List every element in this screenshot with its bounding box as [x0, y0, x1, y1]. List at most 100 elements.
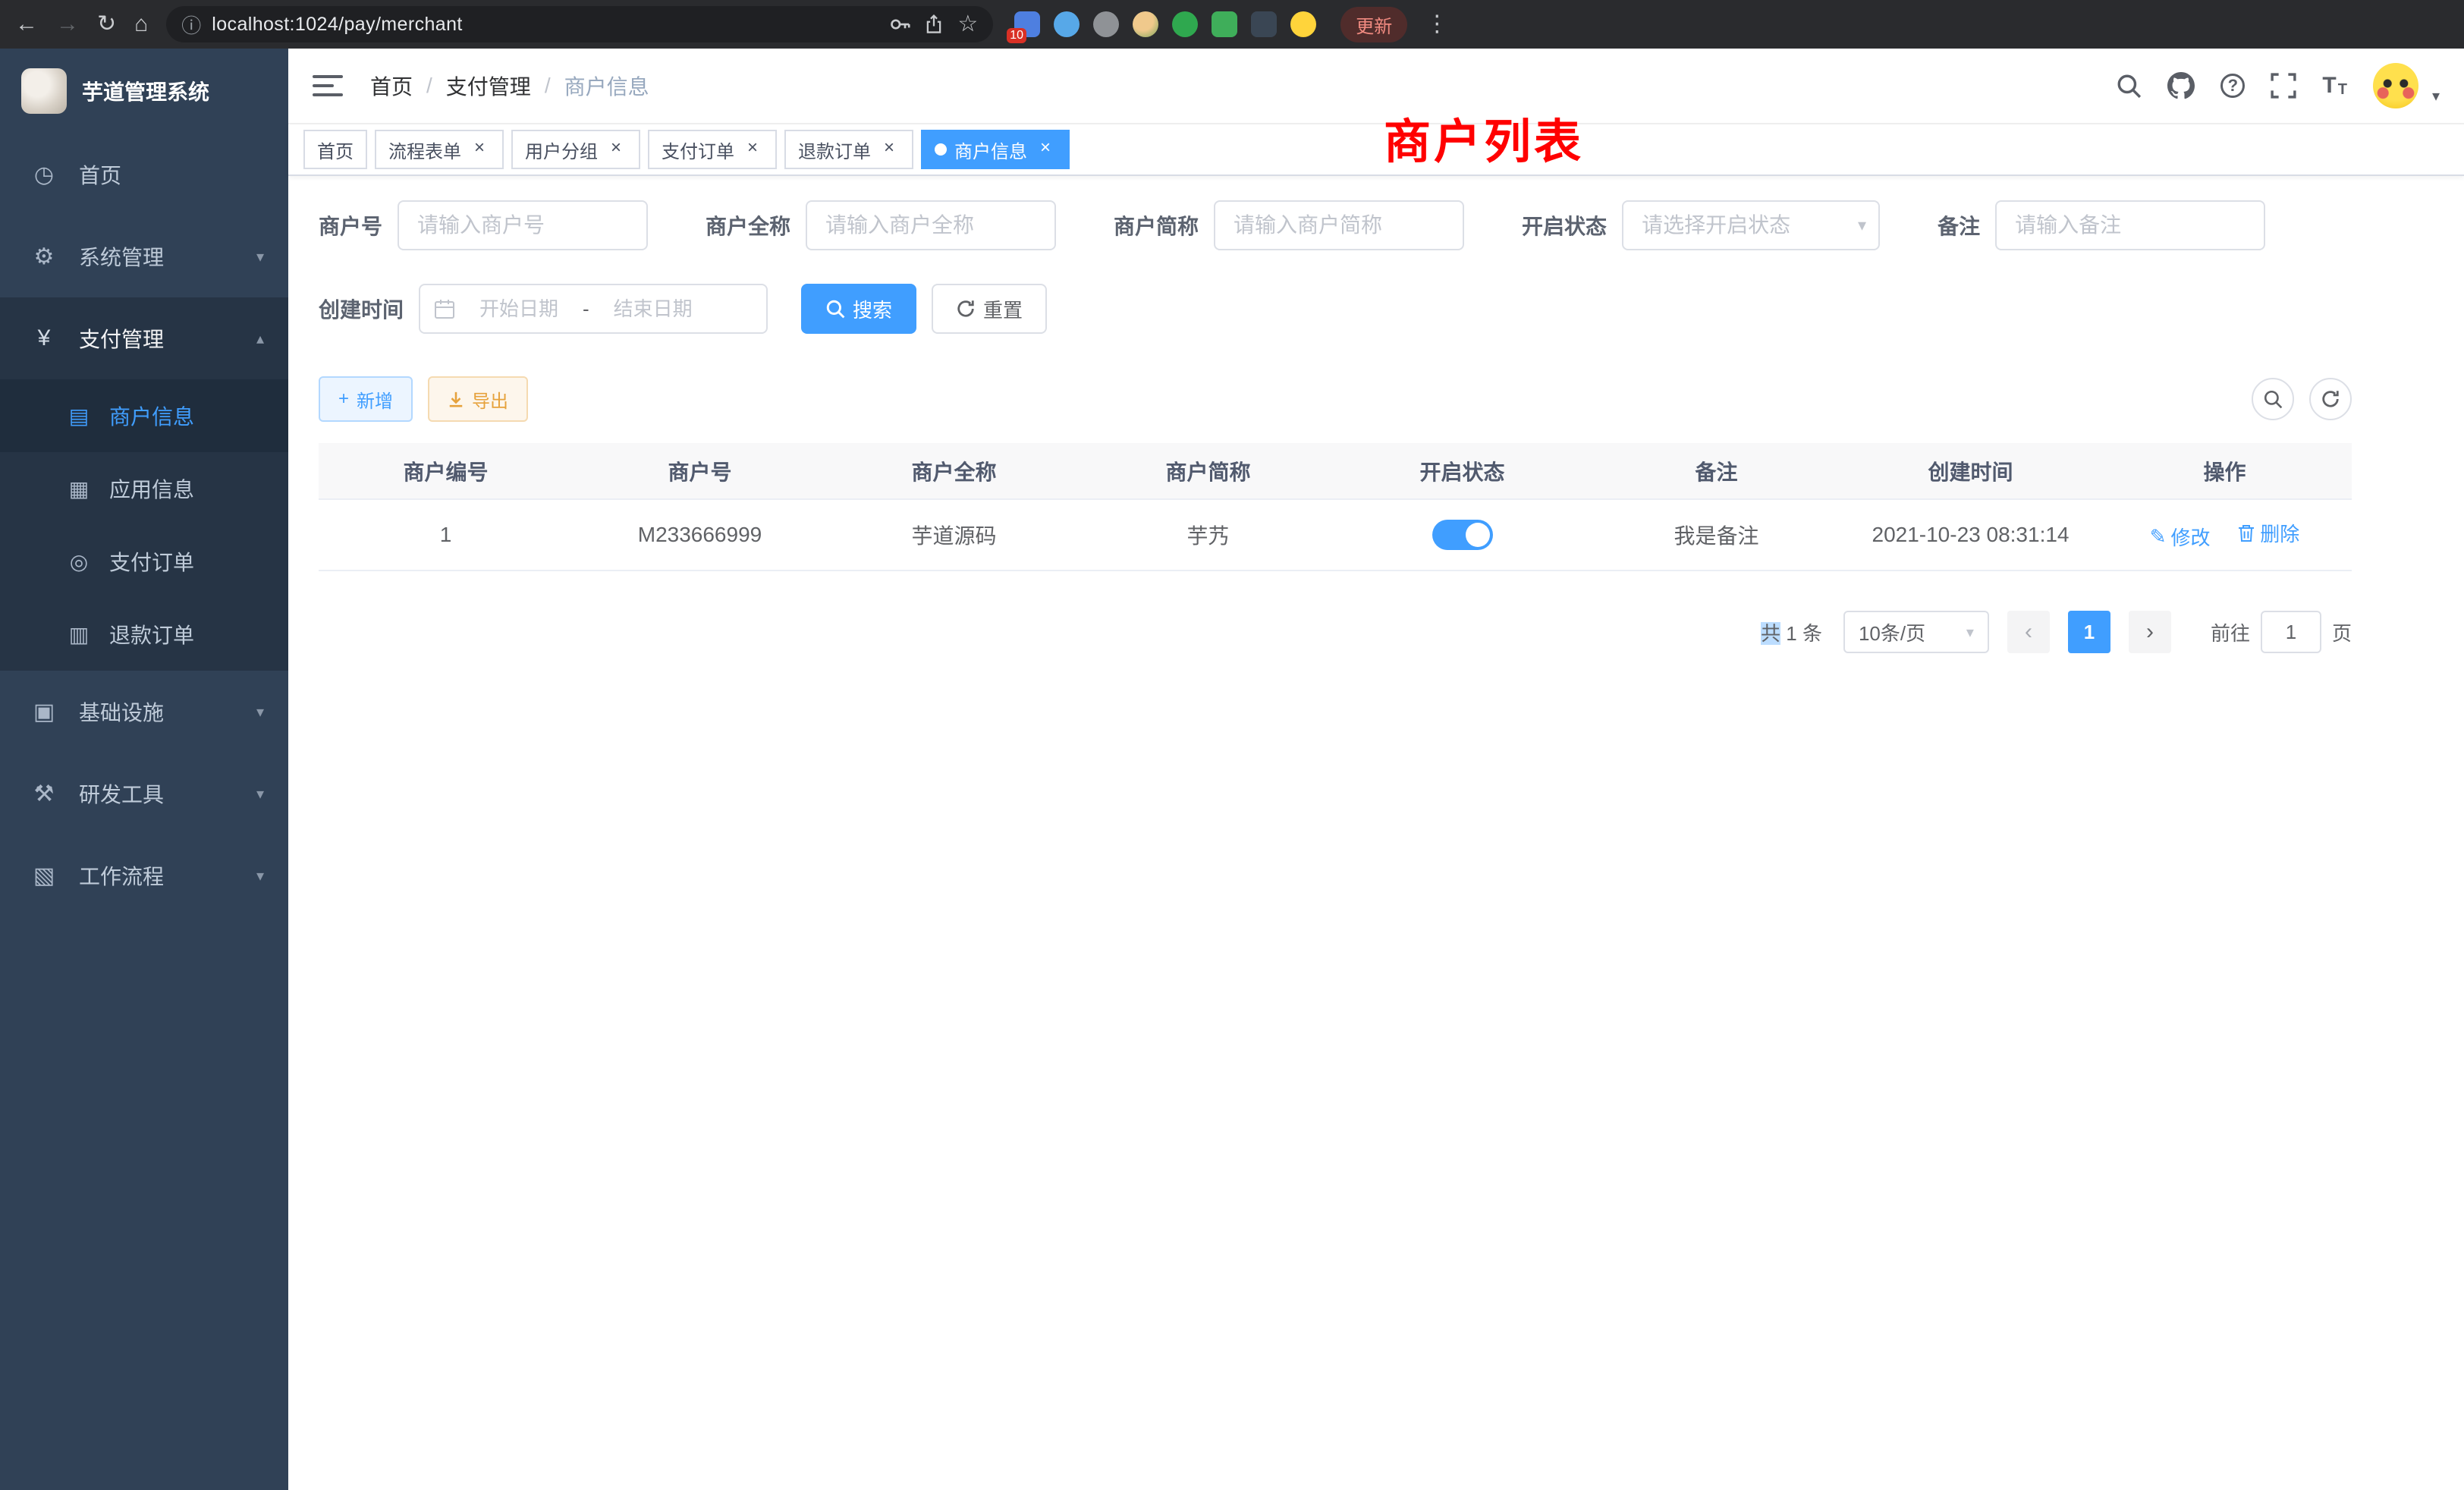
date-range-picker[interactable]: -	[419, 284, 768, 334]
sidebar-item-dev-tools[interactable]: ⚒ 研发工具 ▾	[0, 753, 288, 835]
gray-extension-icon[interactable]	[1093, 11, 1119, 37]
table-row: 1 M233666999 芋道源码 芋艿 我是备注 2021-10-23 08:…	[319, 499, 2352, 571]
site-info-icon[interactable]: ⓘ	[181, 11, 201, 39]
flow-icon: ▧	[30, 863, 58, 889]
filter-row-1: 商户号 商户全称 商户简称 开启状态	[319, 200, 2352, 250]
status-select[interactable]	[1622, 200, 1880, 250]
status-toggle[interactable]	[1432, 520, 1493, 550]
page-size-select[interactable]: 10条/页 ▾	[1843, 611, 1989, 653]
search-button[interactable]: 搜索	[801, 284, 916, 334]
export-button[interactable]: 导出	[428, 376, 528, 422]
page-number-1[interactable]: 1	[2068, 611, 2110, 653]
sidebar-item-merchant-info[interactable]: ▤ 商户信息	[0, 379, 288, 452]
reset-button[interactable]: 重置	[932, 284, 1047, 334]
refresh-table-icon[interactable]	[2309, 378, 2352, 420]
sidebar-item-pay-order[interactable]: ◎ 支付订单	[0, 525, 288, 598]
sidebar-item-home[interactable]: ◷ 首页	[0, 134, 288, 215]
monitor-icon: ▣	[30, 699, 58, 725]
user-dropdown-caret-icon[interactable]: ▾	[2432, 86, 2440, 108]
next-page-button[interactable]: ›	[2129, 611, 2171, 653]
reload-icon[interactable]: ↻	[97, 13, 116, 36]
url-bar[interactable]: ⓘ localhost:1024/pay/merchant ☆	[166, 6, 993, 42]
toggle-search-icon[interactable]	[2252, 378, 2294, 420]
tab-process-form[interactable]: 流程表单 ×	[375, 130, 504, 169]
share-icon[interactable]	[924, 14, 944, 34]
delete-link[interactable]: 删除	[2237, 519, 2299, 547]
edit-link[interactable]: ✎ 修改	[2150, 523, 2211, 551]
smiley-extension-icon[interactable]	[1290, 11, 1316, 37]
gear-icon: ⚙	[30, 244, 58, 270]
cell-status	[1335, 499, 1589, 571]
end-date-input[interactable]	[596, 297, 711, 321]
bookmark-star-icon[interactable]: ☆	[957, 13, 978, 36]
sidebar-item-infrastructure[interactable]: ▣ 基础设施 ▾	[0, 671, 288, 753]
short-name-input[interactable]	[1214, 200, 1464, 250]
fullscreen-icon[interactable]	[2271, 73, 2296, 99]
add-button[interactable]: + 新增	[319, 376, 413, 422]
tab-pay-order[interactable]: 支付订单 ×	[648, 130, 777, 169]
sidebar-item-system[interactable]: ⚙ 系统管理 ▾	[0, 215, 288, 297]
notes-extension-icon[interactable]	[1212, 11, 1237, 37]
breadcrumb-separator: /	[426, 74, 432, 98]
github-icon[interactable]	[2167, 72, 2195, 99]
browser-update-button[interactable]: 更新	[1340, 7, 1407, 42]
goto-prefix: 前往	[2211, 618, 2250, 646]
search-icon	[825, 299, 845, 319]
sidebar-item-label: 商户信息	[109, 401, 194, 431]
sidebar-item-app-info[interactable]: ▦ 应用信息	[0, 452, 288, 525]
active-tab-dot	[935, 143, 947, 156]
remark-input[interactable]	[1995, 200, 2265, 250]
sidebar-item-refund-order[interactable]: ▥ 退款订单	[0, 598, 288, 671]
close-icon[interactable]: ×	[1035, 139, 1056, 160]
close-icon[interactable]: ×	[469, 139, 490, 160]
password-key-icon[interactable]	[889, 14, 910, 35]
green-circle-extension-icon[interactable]	[1172, 11, 1198, 37]
full-name-input[interactable]	[806, 200, 1056, 250]
table-header-row: 商户编号 商户号 商户全称 商户简称 开启状态 备注 创建时间 操作	[319, 443, 2352, 499]
hamburger-icon[interactable]	[313, 75, 343, 96]
tab-refund-order[interactable]: 退款订单 ×	[784, 130, 913, 169]
prev-page-button[interactable]: ‹	[2007, 611, 2050, 653]
breadcrumb-payment[interactable]: 支付管理	[446, 71, 531, 101]
avatar-extension-icon[interactable]	[1133, 11, 1158, 37]
chevron-down-icon: ▾	[256, 866, 264, 885]
refund-icon: ▥	[67, 622, 91, 647]
breadcrumb-home[interactable]: 首页	[370, 71, 413, 101]
app-title: 芋道管理系统	[82, 76, 209, 106]
extension-badge: 10	[1007, 28, 1026, 43]
close-icon[interactable]: ×	[742, 139, 763, 160]
calendar-icon	[434, 298, 455, 319]
merchant-no-input[interactable]	[398, 200, 648, 250]
search-icon[interactable]	[2116, 73, 2142, 99]
user-avatar[interactable]	[2373, 63, 2418, 108]
tab-user-group[interactable]: 用户分组 ×	[511, 130, 640, 169]
filter-row-2: 创建时间 - 搜索 重置	[319, 284, 2352, 334]
plus-icon: +	[338, 388, 349, 410]
tab-home[interactable]: 首页	[303, 130, 367, 169]
sidebar-group-payment: ¥ 支付管理 ▴ ▤ 商户信息 ▦ 应用信息 ◎ 支付订单	[0, 297, 288, 671]
puzzle-extension-icon[interactable]	[1251, 11, 1277, 37]
sidebar-item-label: 退款订单	[109, 619, 194, 649]
sidebar-item-workflow[interactable]: ▧ 工作流程 ▾	[0, 835, 288, 916]
table-toolbar: + 新增 导出	[319, 376, 2352, 422]
close-icon[interactable]: ×	[878, 139, 900, 160]
sidebar-item-payment[interactable]: ¥ 支付管理 ▴	[0, 297, 288, 379]
drop-extension-icon[interactable]	[1054, 11, 1080, 37]
back-icon[interactable]: ←	[15, 13, 38, 36]
browser-menu-kebab-icon[interactable]: ⋮	[1425, 13, 1448, 36]
order-icon: ◎	[67, 549, 91, 574]
blue-extension-icon[interactable]: 10	[1014, 11, 1040, 37]
font-size-icon[interactable]: TT	[2322, 73, 2347, 99]
col-merchant-id: 商户编号	[319, 443, 573, 499]
sidebar-item-label: 工作流程	[79, 860, 164, 891]
merchant-no-label: 商户号	[319, 210, 382, 240]
forward-icon[interactable]: →	[56, 13, 79, 36]
close-icon[interactable]: ×	[605, 139, 627, 160]
home-icon[interactable]: ⌂	[134, 13, 148, 36]
tab-merchant-info[interactable]: 商户信息 ×	[921, 130, 1070, 169]
chevron-down-icon: ▾	[256, 784, 264, 803]
cell-merchant-id: 1	[319, 499, 573, 571]
help-icon[interactable]: ?	[2220, 74, 2245, 98]
goto-page-input[interactable]	[2261, 611, 2321, 653]
start-date-input[interactable]	[461, 297, 577, 321]
